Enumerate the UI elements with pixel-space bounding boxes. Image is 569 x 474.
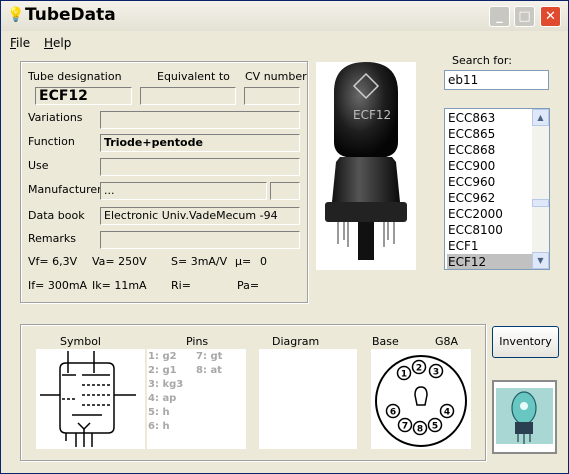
menu-help[interactable]: Help — [44, 36, 71, 50]
cv-number-field[interactable] — [244, 87, 300, 105]
base-label: Base — [372, 335, 399, 348]
list-item[interactable]: ECC8100 — [447, 222, 532, 238]
minimize-button[interactable]: _ — [489, 6, 510, 27]
scroll-down-icon[interactable]: ▼ — [532, 252, 549, 269]
cv-number-label: CV number — [245, 70, 307, 83]
pins-panel: 1: g2 2: g1 3: kg3 4: ap 5: h 6: h 7: gt… — [147, 349, 246, 449]
base-panel: 1 2 3 4 5 6 7 8 — [371, 349, 471, 449]
use-field[interactable] — [100, 158, 300, 176]
diagram-panel — [259, 349, 357, 449]
pin-item: 7: gt — [196, 351, 223, 362]
scroll-thumb[interactable] — [532, 199, 549, 207]
manufacturer-label: Manufacturer — [28, 183, 102, 196]
list-item[interactable]: ECC863 — [447, 110, 532, 126]
pin-item: 2: g1 — [148, 365, 177, 376]
list-item[interactable]: ECC962 — [447, 190, 532, 206]
base-pin-label: 1 — [401, 370, 407, 380]
use-label: Use — [28, 159, 49, 172]
tube-designation-label: Tube designation — [28, 70, 122, 83]
variations-field[interactable] — [100, 111, 300, 129]
pin-item: 6: h — [148, 421, 170, 432]
variations-label: Variations — [28, 111, 83, 124]
manufacturer-extra-field[interactable] — [270, 182, 300, 200]
s-value: S= 3mA/V — [171, 255, 228, 268]
ik-value: Ik= 11mA — [92, 279, 147, 292]
close-button[interactable]: ✕ — [540, 6, 561, 27]
manufacturer-field[interactable]: ... — [100, 182, 267, 200]
list-item[interactable]: ECC865 — [447, 126, 532, 142]
search-input[interactable]: eb11 — [444, 70, 549, 90]
pin-item: 1: g2 — [148, 351, 177, 362]
base-pin-label: 5 — [432, 422, 438, 432]
list-item[interactable]: ECC960 — [447, 174, 532, 190]
base-pin-label: 6 — [390, 408, 396, 418]
scroll-up-icon[interactable]: ▲ — [532, 109, 549, 126]
vf-value: Vf= 6,3V — [28, 255, 78, 268]
list-item[interactable]: ECC2000 — [447, 206, 532, 222]
pins-label: Pins — [186, 335, 209, 348]
menu-file[interactable]: File — [10, 36, 30, 50]
app-logo — [492, 380, 557, 454]
window-title: TubeData — [25, 5, 116, 25]
list-scrollbar[interactable]: ▲ ▼ — [532, 109, 549, 269]
symbol-panel — [36, 349, 145, 449]
base-pin-label: 8 — [417, 425, 423, 435]
search-label: Search for: — [452, 54, 512, 67]
va-value: Va= 250V — [92, 255, 147, 268]
diagram-label: Diagram — [272, 335, 320, 348]
base-diagram-icon: 1 2 3 4 5 6 7 8 — [375, 355, 467, 447]
base-type-label: G8A — [435, 335, 459, 348]
inventory-button[interactable]: Inventory — [492, 326, 559, 358]
equivalent-field[interactable] — [140, 87, 236, 105]
title-bar[interactable]: 💡 TubeData _ □ ✕ — [1, 1, 568, 31]
tubedata-window: 💡 TubeData _ □ ✕ File Help Tube designat… — [0, 0, 569, 474]
list-item[interactable]: ECC868 — [447, 142, 532, 158]
tube-symbol-icon — [40, 351, 136, 447]
list-item-selected[interactable]: ECF12 — [447, 254, 532, 269]
mu-value: 0 — [260, 255, 267, 268]
data-book-label: Data book — [28, 209, 85, 222]
if-value: If= 300mA — [28, 279, 88, 292]
pa-value: Pa= — [237, 279, 260, 292]
maximize-button[interactable]: □ — [514, 6, 535, 27]
base-pin-label: 2 — [416, 364, 422, 374]
list-item[interactable]: ECF1 — [447, 238, 532, 254]
function-label: Function — [28, 135, 75, 148]
pin-item: 8: at — [196, 365, 222, 376]
function-field[interactable]: Triode+pentode — [100, 134, 300, 152]
tube-listbox[interactable]: ECC863 ECC865 ECC868 ECC900 ECC960 ECC96… — [444, 108, 550, 270]
base-pin-label: 7 — [402, 422, 408, 432]
equivalent-to-label: Equivalent to — [157, 70, 230, 83]
ri-value: Ri= — [171, 279, 191, 292]
glass-marking: ECF12 — [353, 108, 391, 122]
menu-bar: File Help — [1, 33, 568, 53]
tube-photo: ECF12 — [316, 62, 416, 270]
tube-designation-field[interactable]: ECF12 — [35, 87, 132, 105]
data-book-field[interactable]: Electronic Univ.VadeMecum -94 — [100, 207, 300, 225]
list-item[interactable]: ECC900 — [447, 158, 532, 174]
lightbulb-icon: 💡 — [7, 7, 25, 23]
base-pin-label: 3 — [433, 368, 439, 378]
pin-item: 3: kg3 — [148, 379, 184, 390]
remarks-field[interactable] — [100, 231, 300, 249]
base-pin-label: 4 — [444, 408, 450, 418]
remarks-label: Remarks — [28, 232, 76, 245]
pin-item: 5: h — [148, 407, 170, 418]
mu-label: µ= — [235, 255, 252, 268]
pin-item: 4: ap — [148, 393, 177, 404]
symbol-label: Symbol — [60, 335, 101, 348]
